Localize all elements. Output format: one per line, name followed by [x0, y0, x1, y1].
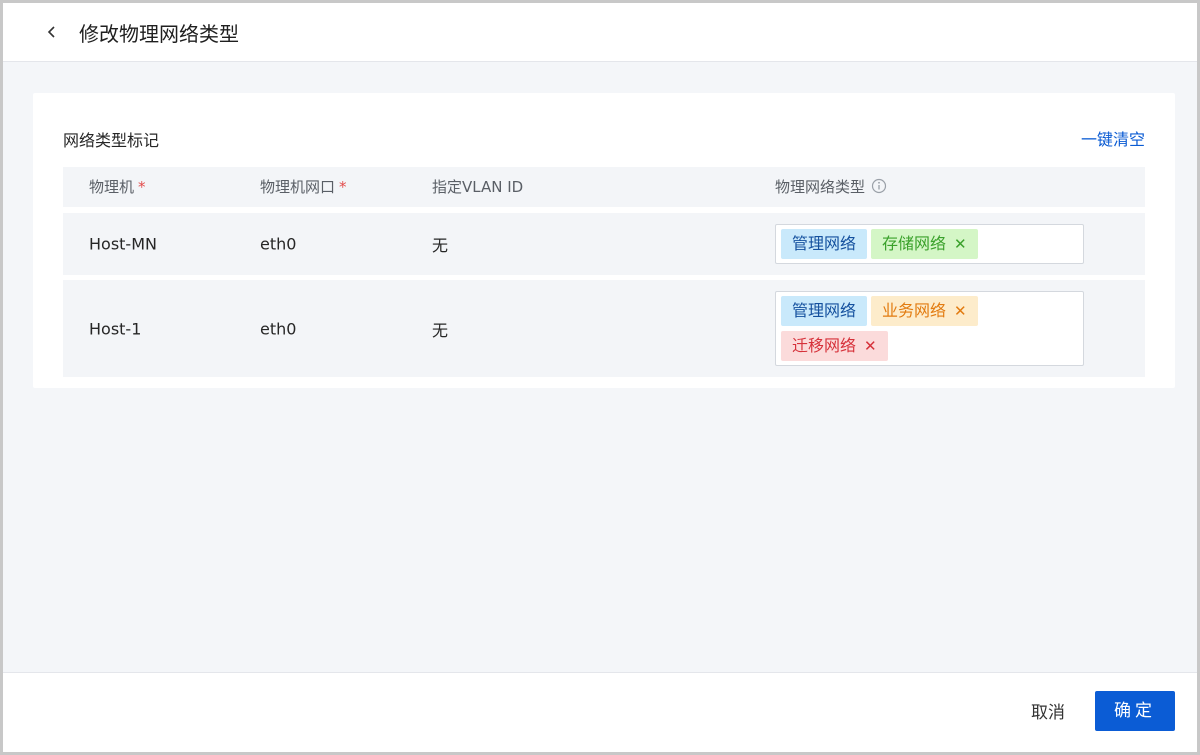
vlan-cell: 无 — [432, 236, 449, 255]
tag-migration-network: 迁移网络 ✕ — [781, 331, 888, 361]
table-header: 物理机 * 物理机网口 * 指定VLAN ID 物理网络类型 — [63, 167, 1145, 207]
page-title: 修改物理网络类型 — [79, 21, 239, 46]
section-title: 网络类型标记 — [63, 131, 160, 150]
info-icon[interactable] — [871, 178, 887, 194]
page-footer: 取消 确定 — [3, 672, 1197, 752]
tag-management-network: 管理网络 — [781, 296, 868, 326]
cancel-button[interactable]: 取消 — [1027, 693, 1069, 733]
page-header: 修改物理网络类型 — [3, 3, 1197, 62]
network-type-select[interactable]: 管理网络 业务网络 ✕ 迁移网络 ✕ — [775, 291, 1084, 366]
tag-business-network: 业务网络 ✕ — [871, 296, 978, 326]
column-header-nic: 物理机网口 * — [260, 178, 347, 196]
table-row: Host-MN eth0 无 管理网络 存储网络 ✕ — [63, 213, 1145, 275]
vlan-cell: 无 — [432, 320, 449, 340]
close-icon[interactable]: ✕ — [954, 296, 967, 326]
close-icon[interactable]: ✕ — [864, 331, 877, 361]
confirm-button[interactable]: 确定 — [1095, 691, 1175, 731]
back-button[interactable] — [41, 21, 63, 43]
column-header-host: 物理机 * — [89, 178, 146, 196]
table-row: Host-1 eth0 无 管理网络 业务网络 ✕ 迁移网络 ✕ — [63, 280, 1145, 377]
host-cell: Host-1 — [89, 319, 142, 338]
network-type-select[interactable]: 管理网络 存储网络 ✕ — [775, 224, 1084, 264]
tag-storage-network: 存储网络 ✕ — [871, 229, 978, 259]
close-icon[interactable]: ✕ — [954, 229, 967, 259]
tag-management-network: 管理网络 — [781, 229, 868, 259]
chevron-left-icon — [47, 26, 55, 38]
host-cell: Host-MN — [89, 234, 157, 254]
dialog-page: 修改物理网络类型 网络类型标记 一键清空 物理机 * 物理机网口 * 指定VLAN … — [0, 0, 1200, 755]
required-mark: * — [138, 178, 146, 196]
nic-cell: eth0 — [260, 319, 297, 338]
required-mark: * — [339, 178, 347, 196]
nic-cell: eth0 — [260, 234, 297, 254]
column-header-network-type: 物理网络类型 — [775, 167, 887, 207]
network-type-card: 网络类型标记 一键清空 物理机 * 物理机网口 * 指定VLAN ID 物理网络类型… — [33, 93, 1175, 388]
column-header-vlan: 指定VLAN ID — [432, 178, 524, 196]
clear-all-link[interactable]: 一键清空 — [1081, 126, 1145, 150]
